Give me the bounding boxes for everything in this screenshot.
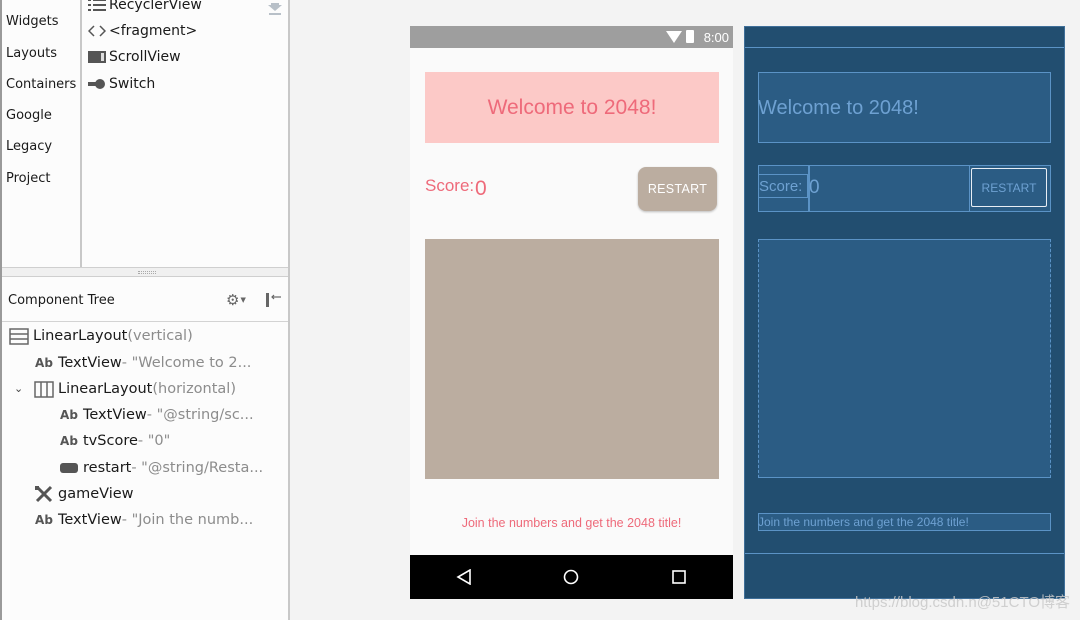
splitter-grip[interactable] bbox=[138, 271, 156, 274]
settings-dropdown[interactable]: ⚙ ▼ bbox=[226, 291, 252, 309]
tree-row-name: LinearLayout bbox=[58, 381, 153, 397]
tree-row-detail: (vertical) bbox=[127, 328, 193, 344]
tree-row-root-linearlayout[interactable]: LinearLayout (vertical) bbox=[8, 325, 193, 347]
palette-item-recyclerview[interactable]: RecyclerView bbox=[88, 0, 202, 15]
back-button[interactable] bbox=[444, 555, 484, 599]
tree-row-name: gameView bbox=[58, 486, 134, 502]
palette-item-label: <fragment> bbox=[109, 23, 198, 39]
blueprint-gameview-box[interactable] bbox=[758, 239, 1051, 478]
tree-row-name: LinearLayout bbox=[33, 328, 128, 344]
component-tree-header: Component Tree ⚙ ▼ bbox=[2, 278, 288, 322]
component-tree-title: Component Tree bbox=[8, 293, 115, 308]
gear-icon: ⚙ bbox=[226, 291, 240, 309]
textview-icon: Ab bbox=[35, 513, 53, 527]
palette-item-scrollview[interactable]: ScrollView bbox=[88, 47, 181, 67]
blueprint-welcome-box[interactable]: Welcome to 2048! bbox=[758, 72, 1051, 143]
tree-row-horizontal-linearlayout[interactable]: LinearLayout (horizontal) bbox=[33, 378, 236, 400]
left-panel: Widgets Layouts Containers Google Legacy… bbox=[0, 0, 290, 620]
blueprint-restart-label: RESTART bbox=[981, 180, 1037, 195]
list-icon bbox=[88, 0, 106, 12]
textview-icon: Ab bbox=[60, 408, 78, 422]
home-button[interactable] bbox=[551, 555, 591, 599]
blueprint-score-row[interactable]: Score: 0 RESTART bbox=[758, 165, 1051, 212]
blueprint-score-label-box[interactable]: Score: bbox=[758, 174, 808, 198]
footer-textview[interactable]: Join the numbers and get the 2048 title! bbox=[410, 516, 733, 530]
palette-item-fragment[interactable]: <fragment> bbox=[88, 21, 197, 41]
tree-row-name: TextView bbox=[58, 355, 122, 371]
category-widgets[interactable]: Widgets bbox=[6, 14, 59, 29]
tree-row-name: TextView bbox=[83, 407, 147, 423]
tree-row-detail: - "0" bbox=[137, 433, 171, 449]
download-icon[interactable] bbox=[268, 0, 282, 15]
blueprint-restart-box[interactable]: RESTART bbox=[969, 165, 1051, 212]
tree-row-welcome-textview[interactable]: Ab TextView - "Welcome to 2... bbox=[33, 352, 251, 374]
textview-icon: Ab bbox=[35, 356, 53, 370]
navigation-bar bbox=[410, 555, 733, 599]
restart-button[interactable]: RESTART bbox=[638, 167, 717, 211]
tree-row-detail: - "Join the numb... bbox=[121, 512, 254, 528]
tree-row-detail: - "@string/Resta... bbox=[131, 460, 264, 476]
tree-row-detail: - "@string/sc... bbox=[146, 407, 254, 423]
custom-view-icon bbox=[33, 485, 55, 503]
category-google[interactable]: Google bbox=[6, 108, 52, 123]
blueprint-footer-box[interactable]: Join the numbers and get the 2048 title! bbox=[758, 513, 1051, 531]
back-triangle-icon bbox=[456, 569, 471, 585]
collapse-left-icon bbox=[266, 293, 281, 307]
palette-item-switch[interactable]: Switch bbox=[88, 74, 155, 94]
design-preview[interactable]: 8:00 Welcome to 2048! Score: 0 RESTART J… bbox=[410, 26, 733, 599]
welcome-textview[interactable]: Welcome to 2048! bbox=[425, 72, 719, 143]
switch-icon bbox=[88, 77, 106, 91]
status-bar: 8:00 bbox=[410, 26, 733, 48]
tree-row-tvscore[interactable]: Ab tvScore - "0" bbox=[58, 430, 170, 452]
score-value[interactable]: 0 bbox=[475, 177, 487, 201]
watermark: https://blog.csdn.n@51CTO博客 bbox=[854, 594, 1070, 611]
hide-panel-button[interactable] bbox=[264, 292, 282, 308]
category-containers[interactable]: Containers bbox=[6, 77, 76, 92]
palette-item-label: ScrollView bbox=[109, 49, 181, 65]
blueprint-footer-text: Join the numbers and get the 2048 title! bbox=[758, 515, 969, 529]
wifi-icon bbox=[666, 31, 682, 43]
recents-square-icon bbox=[672, 570, 686, 584]
category-project[interactable]: Project bbox=[6, 171, 50, 186]
game-view[interactable] bbox=[425, 239, 719, 479]
tree-row-name: tvScore bbox=[83, 433, 138, 449]
tree-row-restart[interactable]: restart - "@string/Resta... bbox=[58, 457, 263, 479]
tree-row-footer-textview[interactable]: Ab TextView - "Join the numb... bbox=[33, 509, 253, 531]
tree-row-detail: (horizontal) bbox=[152, 381, 236, 397]
palette-categories: Widgets Layouts Containers Google Legacy… bbox=[2, 0, 82, 267]
recents-button[interactable] bbox=[659, 555, 699, 599]
palette-list: RecyclerView <fragment> ScrollView Switc… bbox=[84, 0, 288, 267]
status-time: 8:00 bbox=[703, 30, 729, 45]
blueprint-welcome-text: Welcome to 2048! bbox=[758, 97, 919, 119]
button-icon bbox=[58, 459, 80, 477]
code-brackets-icon bbox=[88, 24, 106, 38]
vertical-layout-icon bbox=[8, 327, 30, 345]
horizontal-layout-icon bbox=[33, 380, 55, 398]
blueprint-preview[interactable]: Welcome to 2048! Score: 0 RESTART Join t… bbox=[744, 26, 1065, 599]
category-legacy[interactable]: Legacy bbox=[6, 139, 52, 154]
blueprint-navbar-divider bbox=[745, 553, 1064, 554]
battery-icon bbox=[686, 30, 694, 43]
home-circle-icon bbox=[563, 569, 579, 585]
palette-item-label: Switch bbox=[109, 76, 156, 92]
tree-row-score-label-textview[interactable]: Ab TextView - "@string/sc... bbox=[58, 404, 254, 426]
tree-row-gameview[interactable]: gameView bbox=[33, 483, 134, 505]
palette-item-label: RecyclerView bbox=[109, 0, 202, 13]
tree-row-name: TextView bbox=[58, 512, 122, 528]
score-label[interactable]: Score: bbox=[425, 176, 474, 196]
blueprint-statusbar-divider bbox=[745, 47, 1064, 48]
blueprint-restart-button[interactable]: RESTART bbox=[971, 168, 1047, 207]
panel-splitter[interactable] bbox=[2, 267, 288, 277]
tree-row-detail: - "Welcome to 2... bbox=[121, 355, 252, 371]
blueprint-score-label: Score: bbox=[759, 178, 803, 195]
chevron-down-icon: ▼ bbox=[240, 296, 246, 304]
blueprint-score-value: 0 bbox=[809, 177, 820, 198]
category-layouts[interactable]: Layouts bbox=[6, 46, 57, 61]
tree-row-name: restart bbox=[83, 460, 132, 476]
scrollview-icon bbox=[88, 50, 106, 64]
textview-icon: Ab bbox=[60, 434, 78, 448]
expand-chevron-icon[interactable]: ⌄ bbox=[14, 382, 23, 395]
